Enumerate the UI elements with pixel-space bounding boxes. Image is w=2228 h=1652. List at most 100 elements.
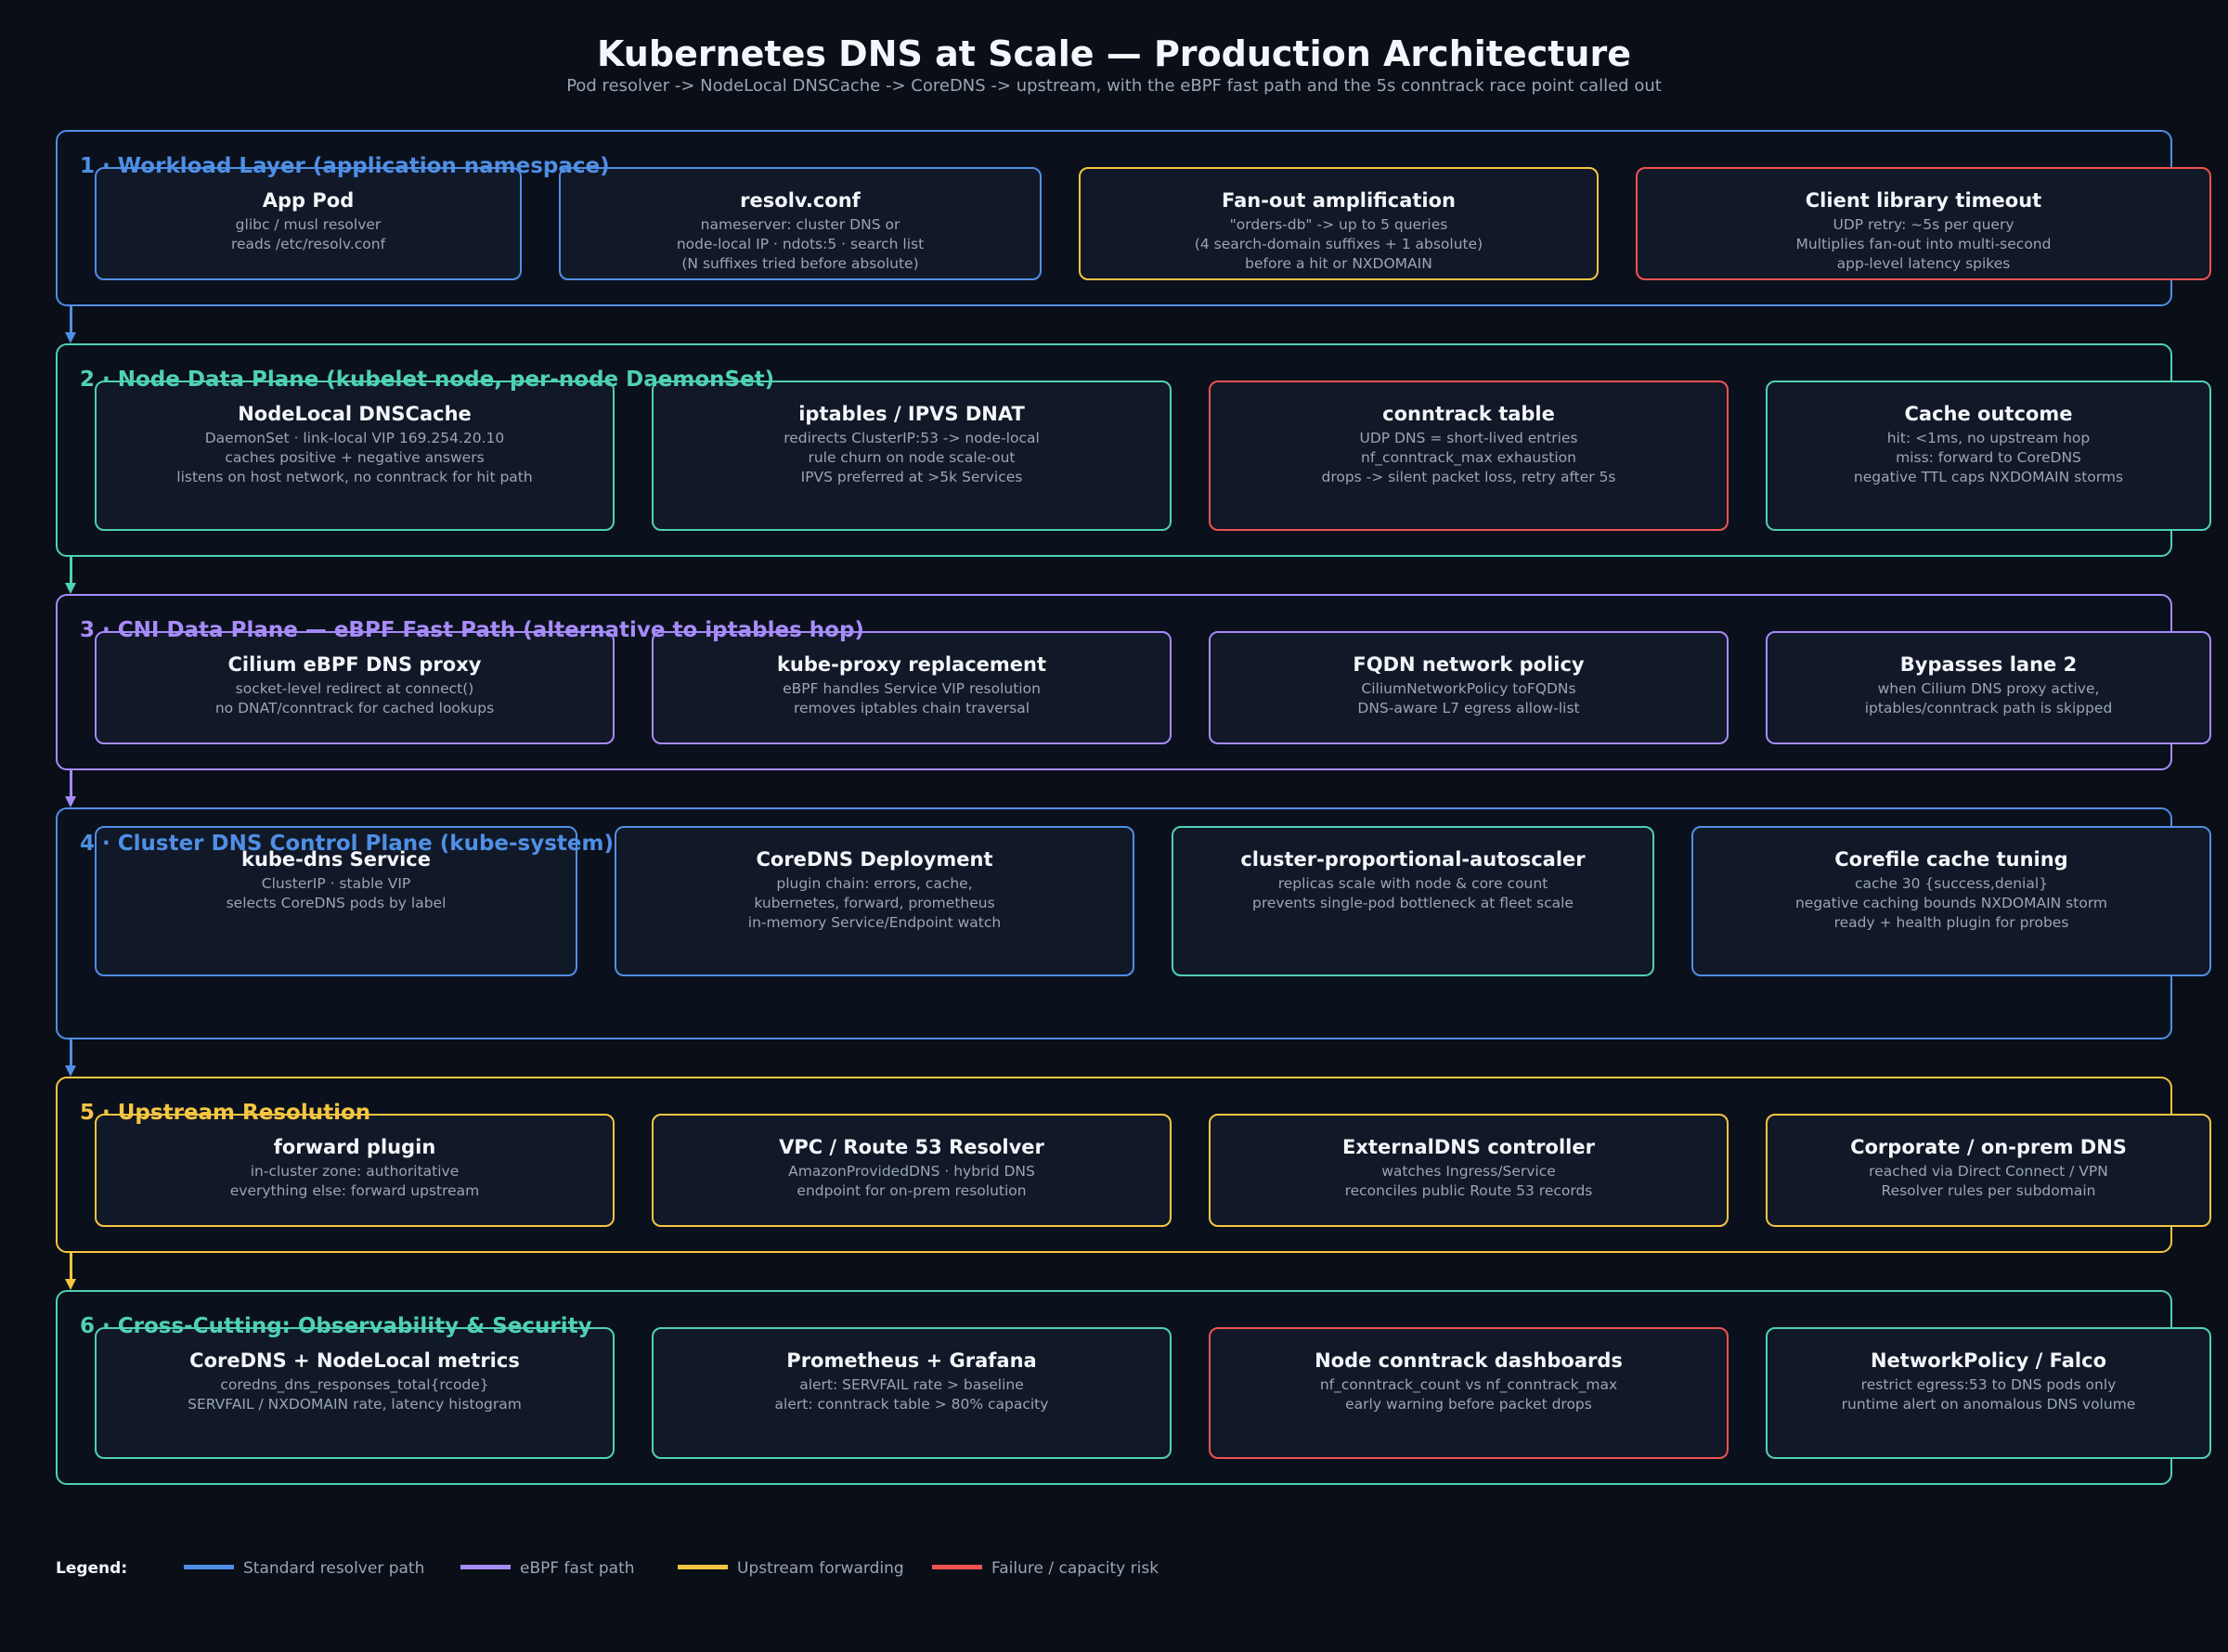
component-detail-line: prevents single-pod bottleneck at fleet … [1252, 895, 1574, 911]
component-box-fan-out-amplification: Fan-out amplification "orders-db" -> up t… [1079, 167, 1599, 280]
component-detail-line: redirects ClusterIP:53 -> node-local [784, 430, 1040, 446]
component-title: NetworkPolicy / Falco [1870, 1349, 2106, 1372]
lane-connector-arrow [70, 770, 72, 798]
component-title: cluster-proportional-autoscaler [1240, 848, 1586, 871]
component-box-vpc-route-53-resolver: VPC / Route 53 Resolver AmazonProvidedDNS… [652, 1114, 1172, 1227]
legend-item-label: Failure / capacity risk [991, 1559, 1159, 1578]
component-box-coredns-nodelocal-metrics: CoreDNS + NodeLocal metrics coredns_dns_r… [95, 1327, 615, 1459]
component-detail-line: alert: conntrack table > 80% capacity [774, 1396, 1049, 1413]
component-description: hit: <1ms, no upstream hop miss: forward … [1768, 429, 2209, 487]
component-detail-line: ready + health plugin for probes [1833, 914, 2069, 931]
component-title: conntrack table [1382, 403, 1555, 425]
component-title: Bypasses lane 2 [1899, 653, 2078, 676]
component-title: VPC / Route 53 Resolver [779, 1136, 1044, 1158]
component-detail-line: listens on host network, no conntrack fo… [176, 469, 533, 485]
component-box-nodelocal-dnscache: NodeLocal DNSCache DaemonSet · link-local… [95, 381, 615, 531]
component-description: nameserver: cluster DNS or node-local IP … [561, 215, 1040, 274]
legend-swatch [678, 1564, 728, 1569]
component-detail-line: replicas scale with node & core count [1277, 875, 1548, 892]
component-description: when Cilium DNS proxy active, iptables/co… [1768, 679, 2209, 718]
component-box-node-conntrack-dashboards: Node conntrack dashboards nf_conntrack_co… [1209, 1327, 1729, 1459]
lane-title: 1 · Workload Layer (application namespac… [80, 154, 610, 178]
component-description: reached via Direct Connect / VPN Resolver… [1768, 1162, 2209, 1201]
legend-item-upstream-forwarding: Upstream forwarding [678, 1559, 904, 1578]
lane-6: 6 · Cross-Cutting: Observability & Secur… [56, 1290, 2211, 1485]
component-box-app-pod: App Pod glibc / musl resolver reads /etc/r… [95, 167, 522, 280]
component-box-cache-outcome: Cache outcome hit: <1ms, no upstream hop m… [1766, 381, 2211, 531]
component-box-corporate-on-prem-dns: Corporate / on-prem DNS reached via Direc… [1766, 1114, 2211, 1227]
component-title: resolv.conf [740, 189, 861, 212]
component-detail-line: runtime alert on anomalous DNS volume [1841, 1396, 2136, 1413]
lane-4: 4 · Cluster DNS Control Plane (kube-syst… [56, 807, 2211, 1039]
legend-item-ebpf-fast-path: eBPF fast path [460, 1559, 635, 1578]
component-box-kube-proxy-replacement: kube-proxy replacement eBPF handles Servi… [652, 631, 1172, 744]
component-box-fqdn-network-policy: FQDN network policy CiliumNetworkPolicy t… [1209, 631, 1729, 744]
component-box-iptables-ipvs-dnat: iptables / IPVS DNAT redirects ClusterIP:… [652, 381, 1172, 531]
component-detail-line: IPVS preferred at >5k Services [800, 469, 1023, 485]
component-detail-line: selects CoreDNS pods by label [226, 895, 447, 911]
component-detail-line: reconciles public Route 53 records [1344, 1182, 1593, 1199]
component-box-forward-plugin: forward plugin in-cluster zone: authorita… [95, 1114, 615, 1227]
component-detail-line: removes iptables chain traversal [793, 700, 1030, 716]
component-detail-line: when Cilium DNS proxy active, [1877, 680, 2100, 697]
component-detail-line: coredns_dns_responses_total{rcode} [220, 1376, 489, 1393]
legend-swatch [932, 1564, 982, 1569]
component-title: Cilium eBPF DNS proxy [227, 653, 482, 676]
component-description: watches Ingress/Service reconciles public… [1211, 1162, 1727, 1201]
component-detail-line: socket-level redirect at connect() [235, 680, 474, 697]
component-title: Corefile cache tuning [1834, 848, 2068, 871]
component-detail-line: nf_conntrack_max exhaustion [1361, 449, 1576, 466]
component-description: glibc / musl resolver reads /etc/resolv.c… [97, 215, 520, 254]
component-description: coredns_dns_responses_total{rcode} SERVFA… [97, 1375, 613, 1414]
legend-swatch [184, 1564, 234, 1569]
lane-connector-arrow [70, 1039, 72, 1067]
component-description: redirects ClusterIP:53 -> node-local rule… [654, 429, 1170, 487]
component-title: Fan-out amplification [1222, 189, 1456, 212]
component-title: forward plugin [273, 1136, 436, 1158]
lane-connector-arrow [70, 306, 72, 334]
component-detail-line: UDP DNS = short-lived entries [1359, 430, 1578, 446]
component-detail-line: no DNAT/conntrack for cached lookups [214, 700, 495, 716]
component-detail-line: miss: forward to CoreDNS [1896, 449, 2081, 466]
component-detail-line: Multiplies fan-out into multi-second [1795, 236, 2052, 252]
component-detail-line: Resolver rules per subdomain [1881, 1182, 2096, 1199]
component-description: "orders-db" -> up to 5 queries (4 search-… [1081, 215, 1597, 274]
lane-2: 2 · Node Data Plane (kubelet node, per-n… [56, 343, 2211, 557]
component-detail-line: node-local IP · ndots:5 · search list [676, 236, 925, 252]
component-title: App Pod [262, 189, 355, 212]
lane-3: 3 · CNI Data Plane — eBPF Fast Path (alt… [56, 594, 2211, 770]
component-description: socket-level redirect at connect() no DNA… [97, 679, 613, 718]
component-description: UDP retry: ~5s per query Multiplies fan-o… [1638, 215, 2209, 274]
component-detail-line: alert: SERVFAIL rate > baseline [799, 1376, 1024, 1393]
component-box-resolv-conf: resolv.conf nameserver: cluster DNS or nod… [559, 167, 1042, 280]
component-detail-line: drops -> silent packet loss, retry after… [1321, 469, 1616, 485]
component-detail-line: early warning before packet drops [1345, 1396, 1592, 1413]
lane-title: 3 · CNI Data Plane — eBPF Fast Path (alt… [80, 618, 864, 642]
component-title: Node conntrack dashboards [1315, 1349, 1623, 1372]
component-title: Corporate / on-prem DNS [1850, 1136, 2127, 1158]
component-description: alert: SERVFAIL rate > baseline alert: co… [654, 1375, 1170, 1414]
component-detail-line: in-cluster zone: authoritative [250, 1163, 460, 1180]
legend-item-label: Standard resolver path [243, 1559, 425, 1578]
component-title: FQDN network policy [1353, 653, 1585, 676]
component-detail-line: caches positive + negative answers [225, 449, 485, 466]
component-title: CoreDNS Deployment [756, 848, 993, 871]
component-detail-line: everything else: forward upstream [229, 1182, 480, 1199]
component-title: kube-proxy replacement [776, 653, 1047, 676]
component-detail-line: "orders-db" -> up to 5 queries [1229, 216, 1448, 233]
component-detail-line: cache 30 {success,denial} [1854, 875, 2049, 892]
component-detail-line: restrict egress:53 to DNS pods only [1860, 1376, 2117, 1393]
component-title: iptables / IPVS DNAT [798, 403, 1025, 425]
component-detail-line: eBPF handles Service VIP resolution [783, 680, 1041, 697]
component-detail-line: ClusterIP · stable VIP [261, 875, 411, 892]
page-title: Kubernetes DNS at Scale — Production Arc… [597, 33, 1631, 74]
component-description: replicas scale with node & core count pre… [1173, 874, 1652, 913]
component-title: NodeLocal DNSCache [238, 403, 472, 425]
legend-item-standard-resolver-path: Standard resolver path [184, 1559, 424, 1578]
component-description: AmazonProvidedDNS · hybrid DNS endpoint f… [654, 1162, 1170, 1201]
lane-connector-arrow [70, 557, 72, 585]
component-detail-line: negative caching bounds NXDOMAIN storm [1794, 895, 2108, 911]
component-detail-line: reads /etc/resolv.conf [230, 236, 386, 252]
lane-1: 1 · Workload Layer (application namespac… [56, 130, 2211, 306]
component-detail-line: UDP retry: ~5s per query [1833, 216, 2014, 233]
